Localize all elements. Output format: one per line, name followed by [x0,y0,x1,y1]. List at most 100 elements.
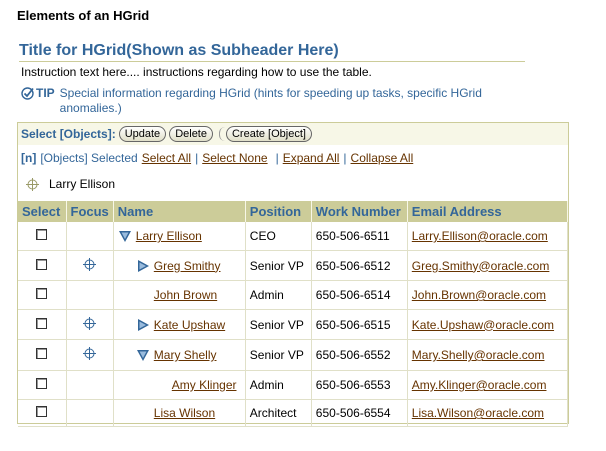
tip-block: TIP Special information regarding HGrid … [21,86,491,116]
focus-cell [66,309,114,340]
focus-cell [66,250,114,281]
name-cell: Lisa Wilson [113,399,246,427]
hgrid-subheader: Title for HGrid(Shown as Subheader Here) [19,42,525,62]
name-cell: John Brown [113,280,246,310]
employee-name-link[interactable]: Greg Smithy [154,259,221,273]
select-cell [18,250,67,281]
email-link[interactable]: Kate.Upshaw@oracle.com [412,318,554,332]
instruction-text: Instruction text here.... instructions r… [21,65,372,79]
name-cell: Mary Shelly [113,339,246,371]
select-none-link[interactable]: Select None [202,151,267,165]
column-header-email: Email Address [407,201,569,222]
checkmark-icon [21,87,34,100]
position-cell: Admin [245,280,312,310]
focus-cell [66,280,114,310]
email-link[interactable]: Greg.Smithy@oracle.com [412,259,550,273]
select-objects-label: Select [Objects]: [21,127,116,141]
table-row: Mary Shelly Senior VP 650-506-6552 Mary.She… [18,339,569,371]
position-cell: CEO [245,222,312,251]
column-header-position: Position [245,201,312,222]
position-cell: Admin [245,370,312,400]
row-select-checkbox[interactable] [36,406,48,417]
table-row: Lisa Wilson Architect 650-506-6554 Lisa.Wil… [18,399,569,427]
email-link[interactable]: Amy.Klinger@oracle.com [412,378,547,392]
column-header-work-number: Work Number [311,201,408,222]
email-link[interactable]: Larry.Ellison@oracle.com [412,229,548,243]
work-number-cell: 650-506-6514 [311,280,408,310]
tip-text: Special information regarding HGrid (hin… [59,86,482,115]
focus-breadcrumb: Larry Ellison [26,177,115,191]
row-select-checkbox[interactable] [36,348,48,359]
email-link[interactable]: Mary.Shelly@oracle.com [412,348,545,362]
focus-cell [66,370,114,400]
row-select-checkbox[interactable] [36,378,48,389]
employee-name-link[interactable]: Larry Ellison [136,229,202,243]
work-number-cell: 650-506-6512 [311,250,408,281]
expanded-twisty-icon[interactable] [136,348,150,362]
email-cell: Lisa.Wilson@oracle.com [407,399,569,427]
tip-head: TIP [21,86,55,116]
update-button[interactable]: Update [118,126,167,142]
expand-all-link[interactable]: Expand All [283,151,340,165]
button-separator [218,127,225,141]
employee-name-link[interactable]: Mary Shelly [154,348,217,362]
row-select-checkbox[interactable] [36,317,48,329]
position-cell: Senior VP [245,250,312,281]
email-cell: John.Brown@oracle.com [407,280,569,310]
row-select-checkbox[interactable] [36,288,48,299]
expanded-twisty-icon[interactable] [118,229,132,243]
column-header-select: Select [18,201,67,222]
collapsed-twisty-icon[interactable] [136,259,150,273]
table-row: Kate Upshaw Senior VP 650-506-6515 Kate.Ups… [18,309,569,340]
link-divider: | [275,151,279,165]
name-cell: Greg Smithy [113,250,246,281]
name-cell: Kate Upshaw [113,309,246,340]
name-cell: Amy Klinger [113,370,246,400]
row-select-checkbox[interactable] [36,258,48,270]
employee-name-link[interactable]: John Brown [154,288,217,302]
link-divider: | [343,151,347,165]
select-cell [18,399,67,427]
selected-text: [Objects] Selected [40,151,138,165]
table-row: Amy Klinger Admin 650-506-6553 Amy.Klinger@… [18,370,569,400]
email-cell: Kate.Upshaw@oracle.com [407,309,569,340]
select-all-link[interactable]: Select All [142,151,191,165]
selection-link-bar: [n] [Objects] Selected Select All | Sele… [18,149,568,167]
hgrid-table: Select Focus Name Position Work Number E… [18,201,569,427]
row-select-checkbox[interactable] [36,229,48,240]
position-cell: Architect [245,399,312,427]
selected-count: [n] [21,151,37,165]
focus-crosshair-icon[interactable] [83,347,97,360]
focus-crosshair-icon[interactable] [26,177,39,191]
table-row: Greg Smithy Senior VP 650-506-6512 Greg.Smi… [18,250,569,281]
email-cell: Larry.Ellison@oracle.com [407,222,569,251]
delete-button[interactable]: Delete [169,126,213,142]
employee-name-link[interactable]: Kate Upshaw [154,318,225,332]
create-object-button[interactable]: Create [Object] [225,126,312,142]
focus-cell [66,339,114,371]
column-header-name: Name [113,201,246,222]
focus-crosshair-icon[interactable] [83,257,97,271]
employee-name-link[interactable]: Lisa Wilson [154,406,215,420]
header-row: Select Focus Name Position Work Number E… [18,201,569,222]
position-cell: Senior VP [245,309,312,340]
focus-crosshair-icon[interactable] [83,316,97,330]
collapsed-twisty-icon[interactable] [136,318,150,332]
focus-cell [66,222,114,251]
position-cell: Senior VP [245,339,312,371]
page-heading: Elements of an HGrid [17,8,150,23]
email-link[interactable]: Lisa.Wilson@oracle.com [412,406,544,420]
collapse-all-link[interactable]: Collapse All [351,151,414,165]
focus-cell [66,399,114,427]
select-cell [18,370,67,400]
email-cell: Greg.Smithy@oracle.com [407,250,569,281]
email-link[interactable]: John.Brown@oracle.com [412,288,546,302]
work-number-cell: 650-506-6515 [311,309,408,340]
hgrid-body: Larry Ellison CEO 650-506-6511 Larry.Elliso… [18,222,569,427]
table-row: John Brown Admin 650-506-6514 John.Brown@or… [18,280,569,310]
tip-label: TIP [36,86,55,100]
employee-name-link[interactable]: Amy Klinger [172,378,237,392]
select-cell [18,280,67,310]
work-number-cell: 650-506-6554 [311,399,408,427]
select-cell [18,309,67,340]
